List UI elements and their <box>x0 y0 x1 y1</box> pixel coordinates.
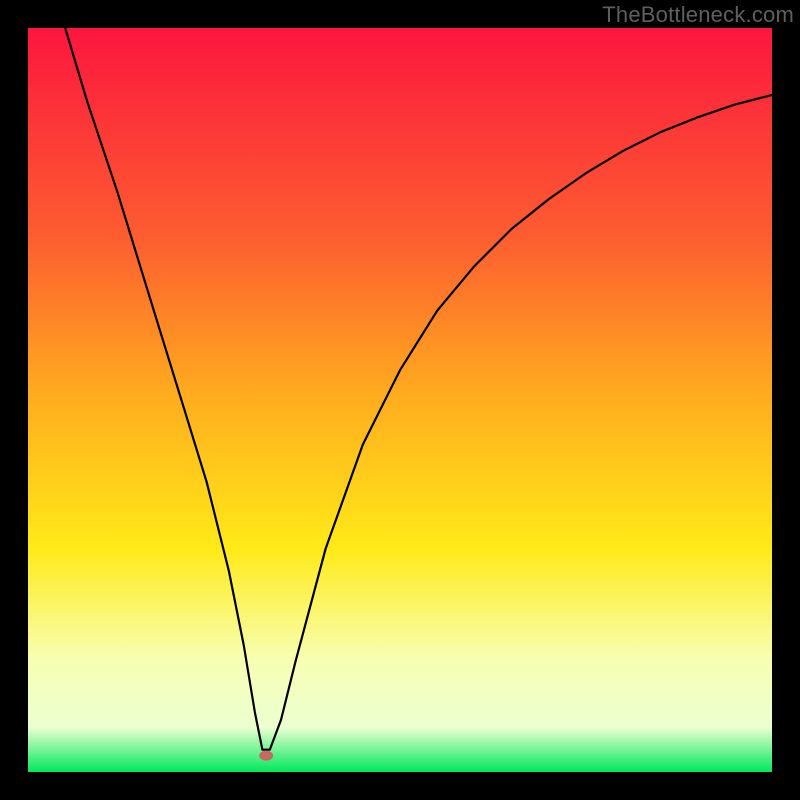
optimal-point-marker <box>259 751 273 761</box>
watermark-text: TheBottleneck.com <box>602 2 794 28</box>
chart-frame: TheBottleneck.com <box>0 0 800 800</box>
optimal-point <box>259 751 273 761</box>
bottleneck-chart <box>0 0 800 800</box>
plot-area <box>28 28 772 772</box>
